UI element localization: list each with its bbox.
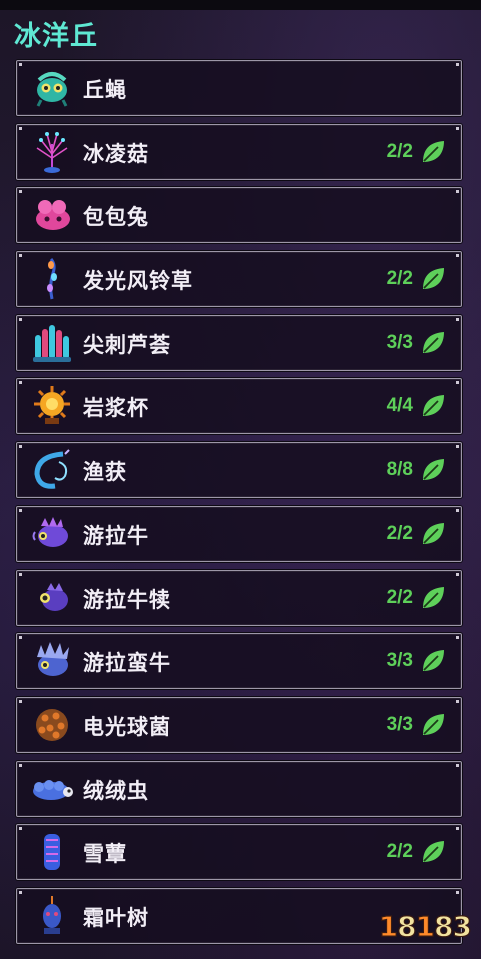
frost-leaf-tree-icon [29, 894, 75, 938]
collection-count: 2/2 [386, 140, 413, 162]
item-name: 游拉蛮牛 [83, 651, 171, 676]
item-name: 尖刺芦荟 [83, 332, 171, 357]
spiky-aloe-icon [29, 321, 75, 365]
item-name: 冰凌菇 [83, 141, 149, 166]
leaf-icon [423, 268, 444, 290]
list-item[interactable]: 游拉牛犊 2/2 [16, 569, 462, 626]
collection-count: 2/2 [386, 841, 413, 863]
item-name: 丘蝇 [83, 78, 127, 102]
leaf-icon [423, 459, 444, 481]
leaf-icon [423, 331, 444, 353]
leaf-icon [423, 395, 444, 417]
collection-count: 3/3 [386, 650, 413, 672]
leaf-icon [423, 522, 444, 544]
swim-brute-icon [29, 639, 75, 683]
list-item[interactable]: 电光球菌 3/3 [16, 696, 462, 753]
collection-count: 2/2 [386, 268, 413, 290]
site-watermark-logo: 18183 [378, 909, 473, 943]
pink-bunny-icon [29, 193, 75, 237]
leaf-icon [423, 841, 444, 863]
item-name: 游拉牛犊 [83, 587, 171, 612]
item-name: 雪蕈 [83, 842, 127, 867]
list-item[interactable]: 发光风铃草 2/2 [16, 251, 462, 308]
list-item[interactable]: 绒绒虫 [16, 760, 462, 817]
leaf-icon [423, 650, 444, 672]
list-item[interactable]: 岩浆杯 4/4 [16, 378, 462, 435]
item-name: 渔获 [83, 460, 127, 485]
collection-count: 3/3 [386, 331, 413, 353]
swim-bull-icon [29, 512, 75, 556]
electric-spore-icon [29, 703, 75, 747]
item-name: 电光球菌 [83, 714, 171, 739]
fishing-hook-icon [29, 448, 75, 492]
list-item[interactable]: 尖刺芦荟 3/3 [16, 314, 462, 371]
list-item[interactable]: 游拉蛮牛 3/3 [16, 633, 462, 690]
region-title: 冰洋丘 [14, 21, 98, 52]
magma-cup-icon [29, 384, 75, 428]
snow-fungus-icon [29, 830, 75, 874]
creature-list: 丘蝇 冰凌菇 2/2 包包兔 发光风铃草 2/2 尖刺芦荟 3/3 岩浆杯 4/… [16, 60, 462, 952]
list-item[interactable]: 雪蕈 2/2 [16, 824, 462, 881]
item-name: 发光风铃草 [83, 269, 193, 294]
list-item[interactable]: 冰凌菇 2/2 [16, 123, 462, 180]
glowing-bellflower-icon [29, 257, 75, 301]
leaf-icon [423, 586, 444, 608]
item-name: 包包兔 [83, 205, 149, 230]
item-name: 绒绒虫 [83, 778, 149, 803]
list-item[interactable]: 游拉牛 2/2 [16, 505, 462, 562]
item-name: 游拉牛 [83, 523, 149, 548]
item-name: 霜叶树 [83, 905, 149, 930]
leaf-icon [423, 713, 444, 735]
collection-count: 8/8 [386, 459, 413, 481]
collection-count: 4/4 [386, 395, 413, 417]
ice-mushroom-icon [29, 130, 75, 174]
list-item[interactable]: 丘蝇 [16, 60, 462, 116]
collection-count: 2/2 [386, 522, 413, 544]
teal-fly-creature-icon [29, 66, 75, 110]
leaf-icon [423, 140, 444, 162]
collection-count: 2/2 [386, 586, 413, 608]
collection-count: 3/3 [386, 713, 413, 735]
top-bar [0, 0, 481, 10]
list-item[interactable]: 渔获 8/8 [16, 442, 462, 499]
item-name: 岩浆杯 [83, 396, 149, 421]
fuzzy-worm-icon [29, 767, 75, 811]
swim-calf-icon [29, 576, 75, 620]
list-item[interactable]: 包包兔 [16, 187, 462, 244]
